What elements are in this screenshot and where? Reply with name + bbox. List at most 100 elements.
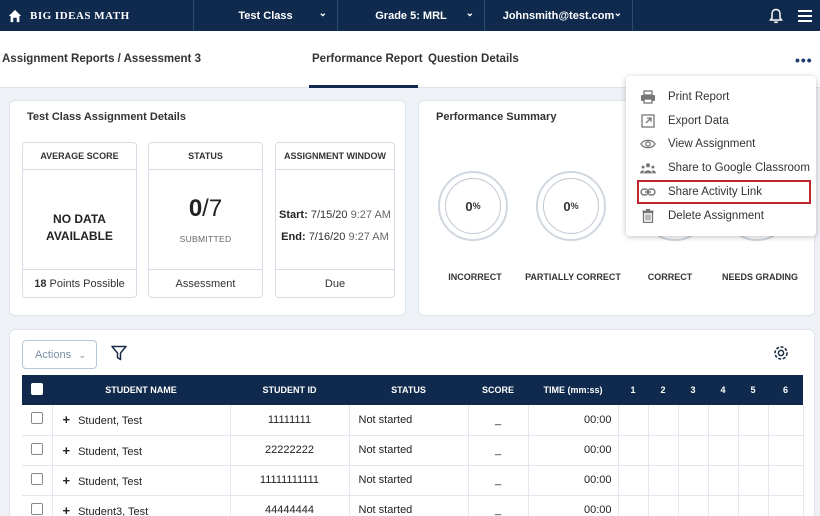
menu-item-label: View Assignment (668, 138, 756, 150)
incorrect-label: INCORRECT (448, 272, 502, 282)
question-cell (678, 405, 709, 436)
student-table-card: Actions ⌄ STUDENT NAME STUDENT ID STATUS… (9, 329, 815, 516)
row-checkbox[interactable] (30, 502, 43, 515)
card-title: Performance Summary (436, 111, 557, 123)
end-date: 7/16/20 (308, 231, 346, 243)
no-data-line: NO DATA (53, 212, 106, 226)
student-table: STUDENT NAME STUDENT ID STATUS SCORE TIM… (22, 375, 804, 516)
more-options-menu: Print Report Export Data View Assignment… (626, 76, 816, 236)
student-time: 00:00 (528, 465, 619, 496)
menu-item-share-activity-link[interactable]: Share Activity Link (637, 180, 811, 204)
table-header-row: STUDENT NAME STUDENT ID STATUS SCORE TIM… (22, 375, 803, 405)
start-line: Start: 7/15/20 9:27 AM (276, 204, 394, 226)
hamburger-menu-icon[interactable] (798, 9, 812, 22)
percent-value: 0 (465, 198, 473, 214)
grade-select[interactable]: Grade 5: MRL ⌄ (338, 0, 485, 31)
breadcrumb[interactable]: Assignment Reports / Assessment 3 (2, 53, 201, 65)
student-id: 22222222 (230, 435, 350, 466)
question-cell (678, 435, 709, 466)
menu-item-delete-assignment[interactable]: Delete Assignment (626, 205, 816, 227)
row-checkbox[interactable] (30, 442, 43, 455)
expand-row-icon[interactable]: + (63, 412, 71, 427)
top-navigation-bar: BIG IDEAS MATH Test Class ⌄ Grade 5: MRL… (0, 0, 820, 31)
tab-question-details[interactable]: Question Details (428, 53, 519, 65)
submitted-number: 0 (188, 195, 203, 222)
student-status: Not started (349, 435, 469, 466)
no-data-message: NO DATA AVAILABLE (23, 211, 136, 245)
student-status: Not started (349, 405, 469, 436)
student-time: 00:00 (528, 405, 619, 436)
submitted-label: SUBMITTED (179, 234, 232, 244)
end-label: End: (281, 231, 306, 243)
column-header-status[interactable]: STATUS (349, 375, 468, 405)
submitted-total: /7 (202, 195, 223, 222)
more-options-icon[interactable]: ••• (795, 52, 813, 68)
row-checkbox[interactable] (30, 472, 43, 485)
expand-row-icon[interactable]: + (63, 443, 71, 458)
column-header-question-6[interactable]: 6 (768, 375, 803, 405)
student-name-cell: + Student, Test (52, 435, 231, 466)
student-status: Not started (349, 465, 469, 496)
select-all-checkbox[interactable] (31, 383, 43, 395)
assignment-window-header: ASSIGNMENT WINDOW (276, 143, 394, 170)
menu-item-print-report[interactable]: Print Report (626, 86, 816, 108)
question-cell (768, 435, 804, 466)
percent-unit: % (472, 201, 481, 211)
menu-item-export-data[interactable]: Export Data (626, 110, 816, 132)
row-checkbox[interactable] (30, 412, 43, 425)
tab-performance-report[interactable]: Performance Report (312, 53, 423, 65)
student-id: 11111111111 (230, 465, 350, 496)
menu-item-label: Print Report (668, 91, 730, 103)
home-icon[interactable] (8, 9, 22, 23)
table-row: + Student, Test 11111111 Not started _ 00… (22, 405, 804, 436)
start-date: 7/15/20 (310, 209, 348, 221)
assignment-details-card: Test Class Assignment Details AVERAGE SC… (9, 100, 406, 316)
question-cell (678, 495, 709, 516)
assignment-window-card: ASSIGNMENT WINDOW Start: 7/15/20 9:27 AM… (275, 142, 395, 298)
gear-icon[interactable] (772, 344, 790, 362)
export-icon (640, 114, 656, 128)
bell-icon[interactable] (768, 8, 784, 24)
actions-dropdown[interactable]: Actions ⌄ (22, 340, 97, 369)
column-header-question-4[interactable]: 4 (708, 375, 738, 405)
average-score-header: AVERAGE SCORE (23, 143, 136, 170)
trash-icon (640, 209, 656, 223)
student-score: _ (468, 435, 529, 466)
table-row: + Student3, Test 44444444 Not started _ 0… (22, 495, 804, 516)
student-id: 11111111 (230, 405, 350, 436)
student-name: Student, Test (78, 445, 143, 458)
column-header-question-5[interactable]: 5 (738, 375, 768, 405)
link-icon (640, 185, 656, 199)
menu-item-view-assignment[interactable]: View Assignment (626, 133, 816, 155)
question-cell (738, 435, 769, 466)
brand[interactable]: BIG IDEAS MATH (0, 0, 194, 31)
column-header-student-name[interactable]: STUDENT NAME (52, 375, 230, 405)
user-select[interactable]: Johnsmith@test.com ⌄ (485, 0, 633, 31)
column-header-question-2[interactable]: 2 (648, 375, 678, 405)
question-cell (618, 405, 649, 436)
percent-value: 0 (563, 198, 571, 214)
top-icons (768, 0, 820, 31)
column-header-score[interactable]: SCORE (468, 375, 528, 405)
column-header-question-1[interactable]: 1 (618, 375, 648, 405)
expand-row-icon[interactable]: + (63, 473, 71, 488)
question-cell (708, 435, 739, 466)
menu-item-label: Export Data (668, 115, 729, 127)
points-label: Points Possible (49, 277, 125, 290)
class-select[interactable]: Test Class ⌄ (194, 0, 338, 31)
question-cell (618, 465, 649, 496)
table-row: + Student, Test 22222222 Not started _ 00… (22, 435, 804, 466)
assignment-type: Assessment (149, 269, 262, 297)
expand-row-icon[interactable]: + (63, 503, 71, 516)
filter-icon[interactable] (111, 345, 127, 361)
column-header-student-id[interactable]: STUDENT ID (230, 375, 349, 405)
menu-item-share-google-classroom[interactable]: Share to Google Classroom (626, 157, 816, 179)
submitted-count: 0/7 (149, 195, 262, 223)
column-header-time[interactable]: TIME (mm:ss) (528, 375, 618, 405)
question-cell (738, 405, 769, 436)
no-data-line: AVAILABLE (46, 229, 113, 243)
question-cell (768, 495, 804, 516)
chevron-down-icon: ⌄ (613, 8, 622, 19)
question-cell (738, 465, 769, 496)
column-header-question-3[interactable]: 3 (678, 375, 708, 405)
